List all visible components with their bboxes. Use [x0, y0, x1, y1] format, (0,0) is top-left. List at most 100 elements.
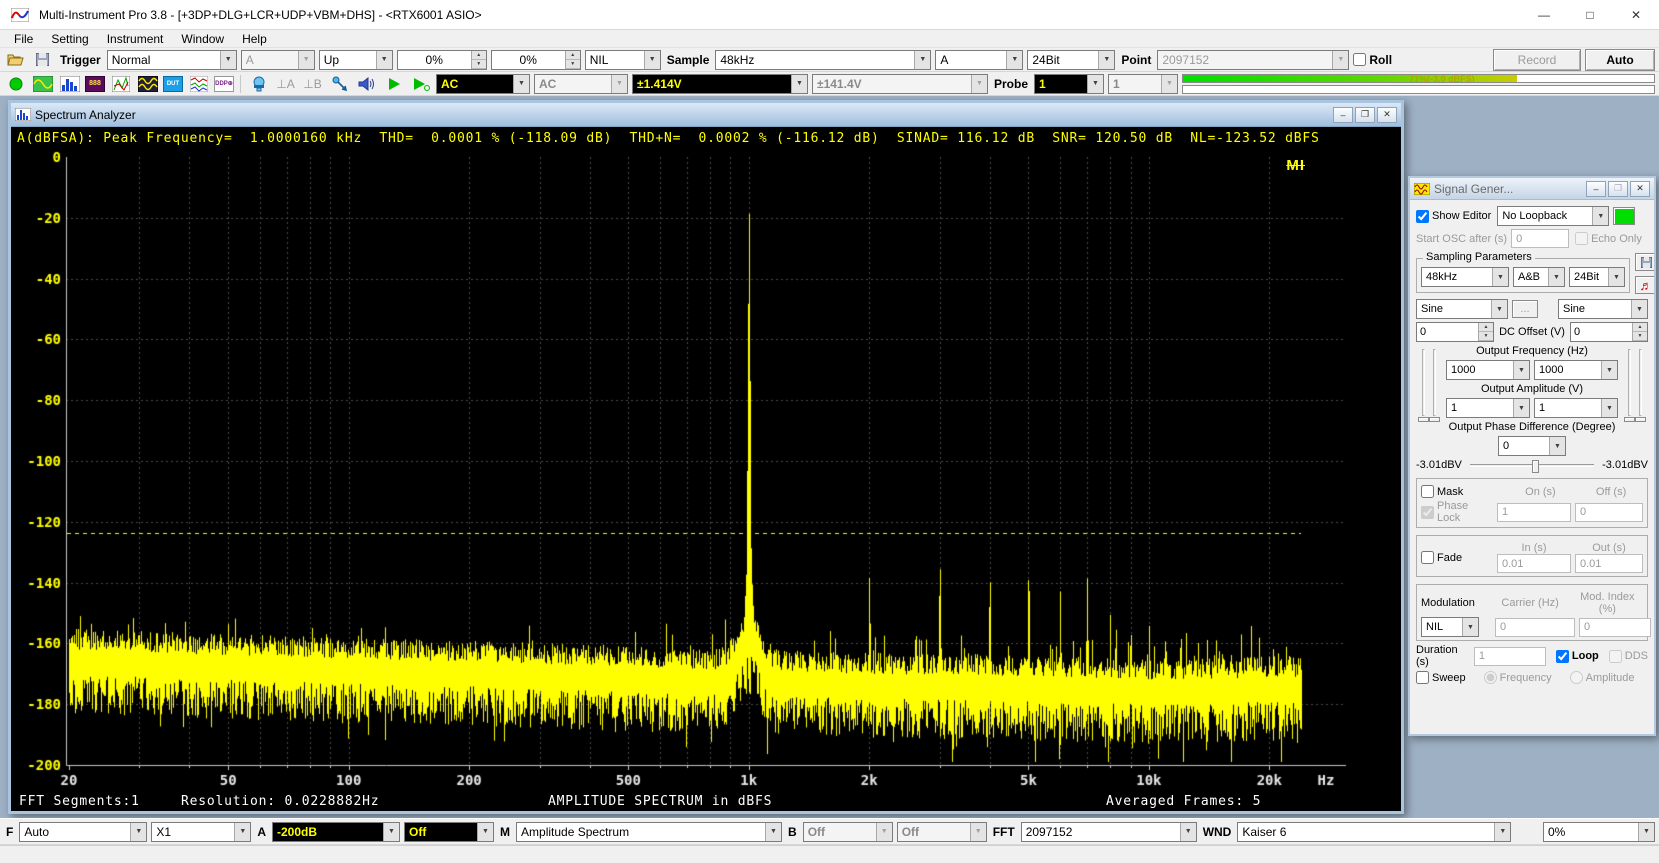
run-stop-icon[interactable] — [4, 74, 27, 94]
signal-generator-icon[interactable] — [136, 74, 159, 94]
probe-b-select[interactable]: 1 — [1108, 74, 1178, 94]
chevron-down-icon[interactable] — [1513, 399, 1529, 417]
a-range-select[interactable]: -200dB — [272, 822, 400, 842]
chevron-down-icon[interactable] — [376, 51, 392, 69]
view-mode-select[interactable]: Amplitude Spectrum — [516, 822, 782, 842]
fine-slider-handle[interactable] — [1635, 417, 1646, 422]
spectrum-3d-plot-icon[interactable] — [109, 74, 132, 94]
spin-down-icon[interactable]: ▼ — [1479, 332, 1493, 341]
fade-out-input[interactable]: 0.01 — [1575, 554, 1643, 573]
chevron-down-icon[interactable] — [298, 51, 314, 69]
maximize-button[interactable]: □ — [1567, 0, 1613, 30]
trigger-delay-spinner[interactable]: 0%▲▼ — [491, 50, 581, 70]
menu-help[interactable]: Help — [234, 31, 275, 47]
b-mode-select[interactable]: Off — [897, 822, 987, 842]
phase-lock-checkbox[interactable]: Phase Lock — [1421, 500, 1493, 524]
spin-down-icon[interactable]: ▼ — [566, 60, 580, 69]
spectrum-titlebar[interactable]: Spectrum Analyzer – ❐ ✕ — [11, 103, 1401, 127]
chevron-down-icon[interactable] — [220, 51, 236, 69]
siggen-music-note-icon[interactable]: ♬ — [1635, 276, 1654, 294]
fine-slider-track[interactable] — [1433, 349, 1436, 416]
balance-slider-handle[interactable] — [1532, 460, 1539, 473]
sweep-frequency-radio[interactable]: Frequency — [1484, 671, 1552, 684]
waveform-more-button[interactable]: ... — [1512, 300, 1538, 318]
siggen-run-button[interactable] — [1613, 207, 1635, 225]
carrier-input[interactable]: 0 — [1495, 618, 1575, 637]
amplitude-b-select[interactable]: 1 — [1534, 398, 1618, 418]
dds-checkbox[interactable]: DDS — [1609, 650, 1648, 663]
data-logger-icon[interactable] — [187, 74, 210, 94]
sweep-amplitude-radio[interactable]: Amplitude — [1570, 671, 1635, 684]
calibration-bell-icon[interactable] — [247, 74, 270, 94]
fine-slider-track[interactable] — [1628, 349, 1631, 416]
chevron-down-icon[interactable] — [1180, 823, 1196, 841]
waveform-a-select[interactable]: Sine — [1416, 299, 1508, 319]
chevron-down-icon[interactable] — [1631, 300, 1647, 318]
siggen-save-icon[interactable] — [1635, 253, 1654, 271]
window-function-select[interactable]: Kaiser 6 — [1237, 822, 1511, 842]
siggen-close-button[interactable]: ✕ — [1630, 181, 1650, 197]
loopback-select[interactable]: No Loopback — [1497, 206, 1609, 226]
trigger-source-select[interactable]: A — [241, 50, 315, 70]
mask-on-input[interactable]: 1 — [1497, 503, 1571, 522]
dc-offset-b-spinner[interactable]: 0▲▼ — [1570, 322, 1648, 342]
overlap-percent-select[interactable]: 0% — [1543, 822, 1655, 842]
spectrum-canvas[interactable] — [11, 149, 1401, 811]
ddp-viewer-icon[interactable]: DDP⊕ — [214, 76, 234, 92]
trigger-level-spinner[interactable]: 0%▲▼ — [397, 50, 487, 70]
chevron-down-icon[interactable] — [1332, 51, 1348, 69]
play-loop-icon[interactable] — [409, 74, 432, 94]
chevron-down-icon[interactable] — [1513, 361, 1529, 379]
range-a-select[interactable]: ±1.414V — [632, 74, 808, 94]
chevron-down-icon[interactable] — [1601, 361, 1617, 379]
chevron-down-icon[interactable] — [1549, 437, 1565, 455]
spin-down-icon[interactable]: ▼ — [1633, 332, 1647, 341]
trigger-mode-select[interactable]: Normal — [107, 50, 237, 70]
spin-down-icon[interactable]: ▼ — [472, 60, 486, 69]
fine-slider-track[interactable] — [1422, 349, 1425, 416]
open-icon[interactable] — [4, 50, 27, 70]
duration-input[interactable]: 1 — [1474, 647, 1546, 666]
fade-checkbox[interactable]: Fade — [1421, 551, 1493, 564]
chevron-down-icon[interactable] — [130, 823, 146, 841]
siggen-titlebar[interactable]: Signal Gener... – ❐ ✕ — [1410, 178, 1654, 200]
chevron-down-icon[interactable] — [477, 823, 493, 841]
minimize-button[interactable]: — — [1521, 0, 1567, 30]
zoom-select[interactable]: X1 — [151, 822, 251, 842]
phase-select[interactable]: 0 — [1498, 436, 1566, 456]
menu-setting[interactable]: Setting — [43, 31, 96, 47]
range-b-select[interactable]: ±141.4V — [812, 74, 988, 94]
chevron-down-icon[interactable] — [1161, 75, 1177, 93]
fade-in-input[interactable]: 0.01 — [1497, 554, 1571, 573]
fine-slider-handle[interactable] — [1429, 417, 1440, 422]
frequency-b-select[interactable]: 1000 — [1534, 360, 1618, 380]
chevron-down-icon[interactable] — [1601, 399, 1617, 417]
chevron-down-icon[interactable] — [1087, 75, 1103, 93]
b-range-select[interactable]: Off — [803, 822, 893, 842]
fine-slider-track[interactable] — [1639, 349, 1642, 416]
device-test-plan-icon[interactable]: DUT — [163, 76, 183, 92]
menu-instrument[interactable]: Instrument — [99, 31, 172, 47]
siggen-bits-select[interactable]: 24Bit — [1569, 267, 1625, 287]
spectrum-maximize-button[interactable]: ❐ — [1355, 107, 1375, 123]
show-editor-checkbox[interactable]: Show Editor — [1416, 210, 1491, 223]
chevron-down-icon[interactable] — [1006, 51, 1022, 69]
multimeter-icon[interactable]: 888 — [85, 76, 105, 92]
trigger-hpf-select[interactable]: NIL — [585, 50, 661, 70]
chevron-down-icon[interactable] — [876, 823, 892, 841]
menu-file[interactable]: File — [6, 31, 41, 47]
spectrum-close-button[interactable]: ✕ — [1377, 107, 1397, 123]
siggen-minimize-button[interactable]: – — [1586, 181, 1606, 197]
dc-offset-a-spinner[interactable]: 0▲▼ — [1416, 322, 1494, 342]
spectrum-minimize-button[interactable]: – — [1333, 107, 1353, 123]
spin-up-icon[interactable]: ▲ — [472, 51, 486, 60]
echo-only-checkbox[interactable]: Echo Only — [1575, 232, 1642, 245]
sample-channel-select[interactable]: A — [935, 50, 1023, 70]
trigger-edge-select[interactable]: Up — [319, 50, 393, 70]
amplitude-a-select[interactable]: 1 — [1446, 398, 1530, 418]
sample-rate-select[interactable]: 48kHz — [715, 50, 931, 70]
mod-index-input[interactable]: 0 — [1579, 618, 1651, 637]
save-icon[interactable] — [31, 50, 54, 70]
chevron-down-icon[interactable] — [513, 75, 529, 93]
chevron-down-icon[interactable] — [1494, 823, 1510, 841]
